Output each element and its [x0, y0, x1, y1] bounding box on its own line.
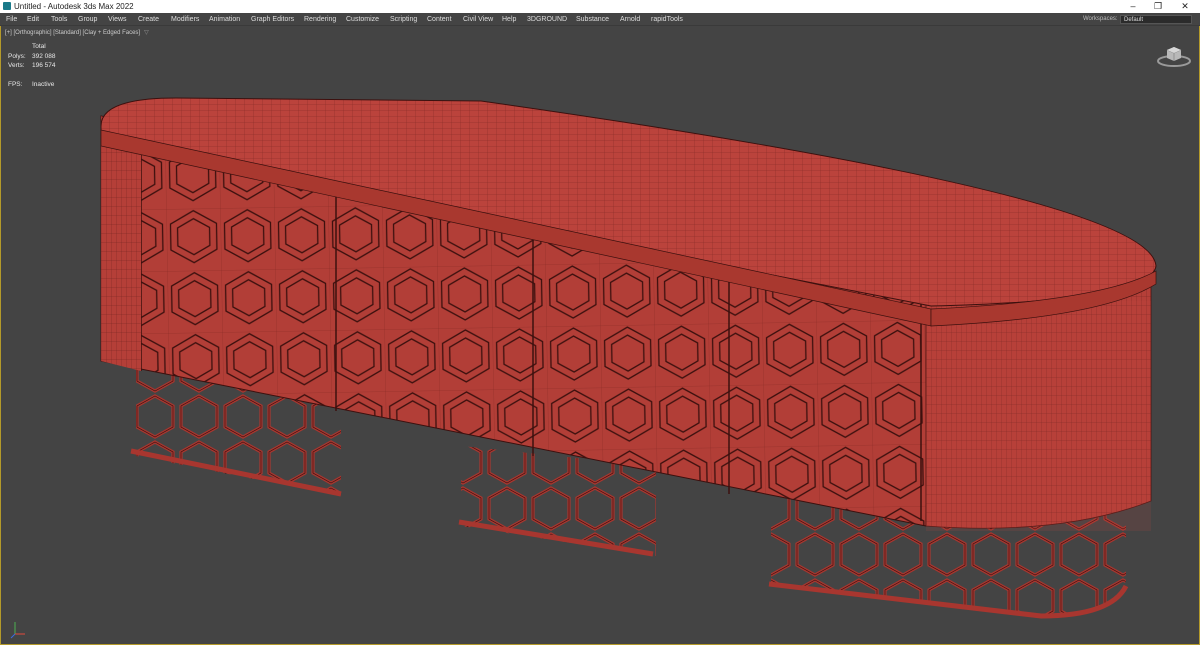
- axis-tripod-icon: [10, 622, 25, 639]
- menu-civil-view[interactable]: Civil View: [463, 13, 493, 26]
- funnel-icon[interactable]: ▽: [144, 30, 149, 36]
- menu-create[interactable]: Create: [138, 13, 159, 26]
- menu-bar: File Edit Tools Group Views Create Modif…: [0, 13, 1200, 26]
- menu-customize[interactable]: Customize: [346, 13, 379, 26]
- viewport-scene: [100, 97, 1157, 619]
- window-title: Untitled - Autodesk 3ds Max 2022: [14, 2, 134, 11]
- menu-rapidtools[interactable]: rapidTools: [651, 13, 683, 26]
- menu-3dground[interactable]: 3DGROUND: [527, 13, 567, 26]
- stats-polys-label: Polys:: [8, 52, 26, 60]
- menu-animation[interactable]: Animation: [209, 13, 240, 26]
- workspace-dropdown[interactable]: Default: [1120, 15, 1192, 24]
- stats-fps-label: FPS:: [8, 81, 23, 88]
- menu-help[interactable]: Help: [502, 13, 516, 26]
- workspaces-label: Workspaces:: [1083, 16, 1118, 22]
- menu-arnold[interactable]: Arnold: [620, 13, 640, 26]
- stats-fps-value: Inactive: [32, 81, 55, 88]
- title-bar: Untitled - Autodesk 3ds Max 2022 – ❐ ✕: [0, 0, 1200, 13]
- maximize-button[interactable]: ❐: [1147, 0, 1169, 13]
- menu-tools[interactable]: Tools: [51, 13, 67, 26]
- perspective-viewport[interactable]: [+] [Orthographic] [Standard] [Clay + Ed…: [0, 26, 1200, 645]
- menu-group[interactable]: Group: [78, 13, 97, 26]
- viewcube-icon[interactable]: [1156, 44, 1192, 68]
- menu-graph-editors[interactable]: Graph Editors: [251, 13, 294, 26]
- menu-substance[interactable]: Substance: [576, 13, 609, 26]
- menu-modifiers[interactable]: Modifiers: [171, 13, 199, 26]
- menu-content[interactable]: Content: [427, 13, 452, 26]
- viewport-label-text[interactable]: [+] [Orthographic] [Standard] [Clay + Ed…: [5, 30, 140, 36]
- 3dsmax-app-icon: [3, 2, 11, 10]
- stats-total-header: Total: [32, 43, 46, 50]
- menu-views[interactable]: Views: [108, 13, 127, 26]
- minimize-button[interactable]: –: [1122, 0, 1144, 13]
- stats-polys-value: 392 088: [32, 52, 56, 60]
- close-button[interactable]: ✕: [1174, 0, 1196, 13]
- stats-verts-value: 196 574: [32, 62, 56, 69]
- viewport-label-menu[interactable]: [+] [Orthographic] [Standard] [Clay + Ed…: [5, 29, 149, 36]
- menu-edit[interactable]: Edit: [27, 13, 39, 26]
- menu-file[interactable]: File: [6, 13, 17, 26]
- menu-rendering[interactable]: Rendering: [304, 13, 336, 26]
- stats-verts-label: Verts:: [8, 62, 25, 69]
- menu-scripting[interactable]: Scripting: [390, 13, 417, 26]
